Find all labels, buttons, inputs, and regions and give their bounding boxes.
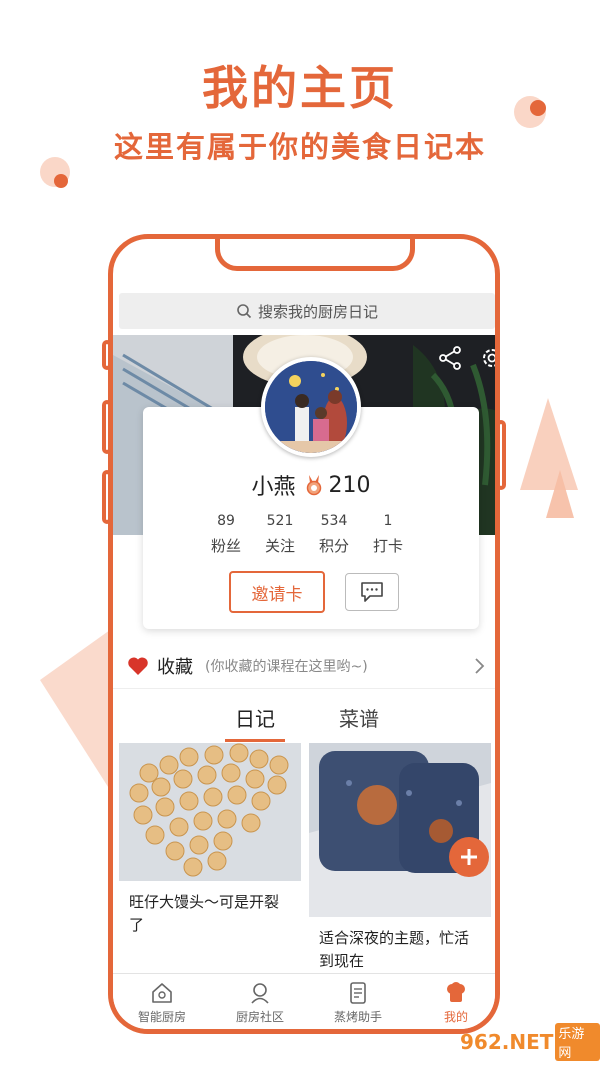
profile-stats: 89 粉丝 521 关注 534 积分 1 打卡: [199, 513, 415, 556]
stat-checkin[interactable]: 1 打卡: [361, 513, 415, 556]
stat-points[interactable]: 534 积分: [307, 513, 361, 556]
search-icon: [237, 304, 252, 319]
favorites-title: 收藏: [157, 656, 193, 678]
favorites-row[interactable]: 收藏 (你收藏的课程在这里哟~): [113, 643, 495, 689]
stat-value: 521: [266, 513, 294, 529]
chevron-right-icon: [475, 658, 485, 674]
content-tabs: 日记 菜谱: [113, 703, 495, 743]
stat-label: 打卡: [372, 537, 403, 555]
search-input[interactable]: 搜索我的厨房日记: [119, 293, 495, 329]
promo-headline: 我的主页: [202, 61, 398, 115]
tabbar-item-steam-assistant[interactable]: 蒸烤助手: [309, 974, 407, 1029]
phone-frame: 搜索我的厨房日记 小燕 210 89 粉丝 521 关注 534 积分 1 打卡…: [108, 234, 500, 1034]
stat-fans[interactable]: 89 粉丝: [199, 513, 253, 556]
heart-icon: [128, 656, 148, 675]
share-icon[interactable]: [437, 345, 463, 371]
profile-name: 小燕: [251, 475, 296, 500]
stat-value: 534: [320, 513, 348, 529]
stat-value: 89: [217, 513, 235, 529]
promo-subline: 这里有属于你的美食日记本: [113, 130, 486, 164]
chef-icon: [447, 982, 465, 1002]
tabbar-label: 厨房社区: [235, 1010, 284, 1024]
profile-score: 210: [328, 472, 371, 498]
active-tab-indicator: [225, 739, 285, 742]
tabbar-label: 智能厨房: [137, 1010, 186, 1024]
stat-label: 粉丝: [210, 537, 241, 555]
profile-name-row: 小燕 210: [143, 469, 479, 501]
tab-recipes[interactable]: 菜谱: [339, 703, 379, 732]
diary-card-image: [309, 743, 491, 917]
kitchen-icon: [152, 983, 172, 1003]
phone-notch: [215, 239, 415, 271]
community-icon: [251, 983, 269, 1004]
favorites-hint: (你收藏的课程在这里哟~): [205, 658, 368, 675]
tab-diary[interactable]: 日记: [235, 703, 275, 732]
diary-card[interactable]: 旺仔大馒头～可是开裂了: [119, 743, 301, 987]
diary-card-image: [119, 743, 301, 881]
plus-icon: [461, 849, 477, 865]
medal-icon: [306, 475, 321, 496]
gear-icon[interactable]: [479, 345, 500, 371]
tabbar-label: 蒸烤助手: [333, 1010, 382, 1024]
message-button[interactable]: [345, 573, 399, 611]
stat-value: 1: [383, 513, 393, 529]
message-icon: [361, 582, 383, 602]
search-placeholder: 搜索我的厨房日记: [257, 302, 378, 321]
add-diary-button[interactable]: [449, 837, 489, 877]
bottom-tab-bar: 智能厨房 厨房社区 蒸烤助手 我的: [113, 973, 495, 1029]
tabbar-item-smart-kitchen[interactable]: 智能厨房: [113, 974, 211, 1029]
avatar[interactable]: [261, 357, 361, 457]
watermark-brand: 962.NET: [460, 1030, 554, 1054]
stat-following[interactable]: 521 关注: [253, 513, 307, 556]
watermark-sub: 乐游网: [555, 1023, 600, 1061]
tabbar-item-community[interactable]: 厨房社区: [211, 974, 309, 1029]
diary-card-caption: 旺仔大馒头～可是开裂了: [129, 893, 280, 934]
invite-card-button[interactable]: 邀请卡: [229, 571, 325, 613]
site-watermark: 962.NET 乐游网: [460, 1018, 600, 1066]
stat-label: 积分: [318, 537, 349, 555]
diary-card-caption: 适合深夜的主题，忙活到现在: [319, 929, 470, 970]
assistant-icon: [350, 982, 366, 1004]
stat-label: 关注: [264, 537, 295, 555]
